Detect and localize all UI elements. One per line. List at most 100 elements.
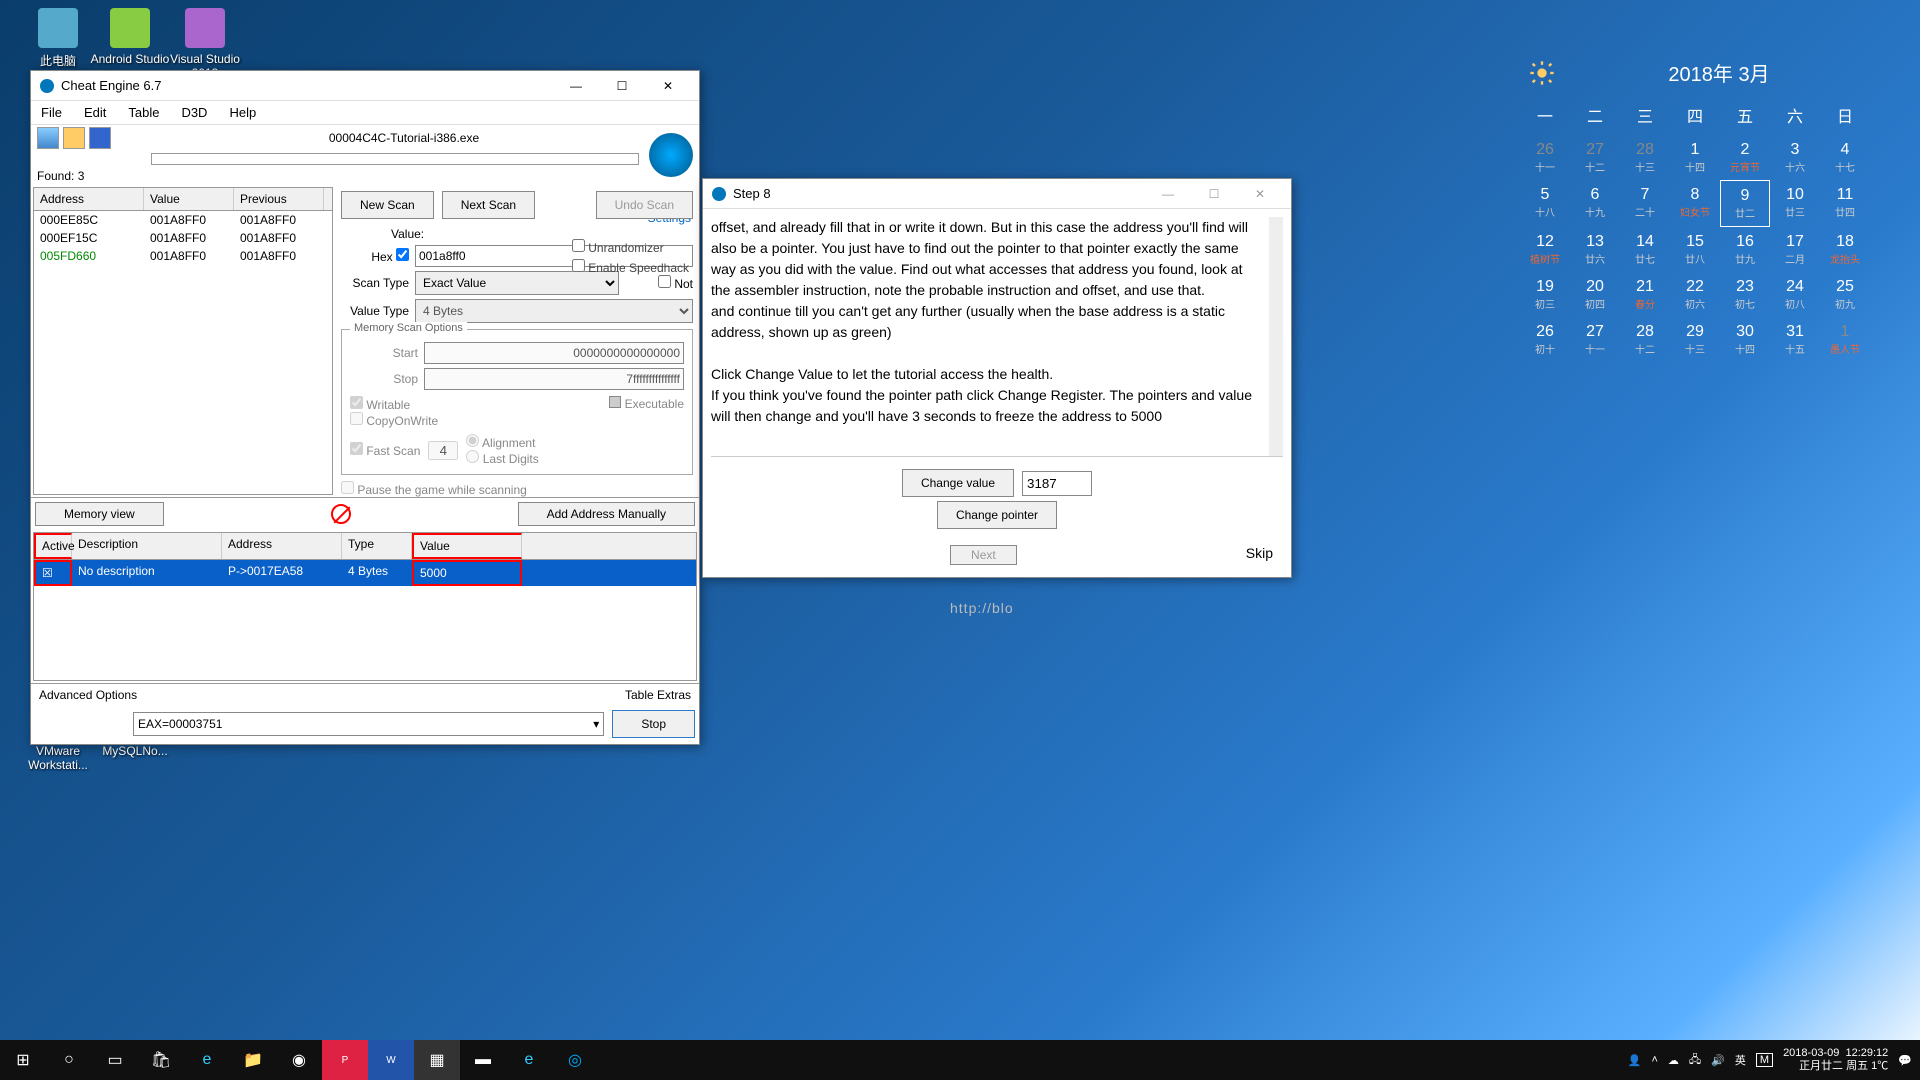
col-addr2[interactable]: Address (222, 533, 342, 559)
calendar-day[interactable]: 1愚人节 (1820, 317, 1870, 362)
unrandomizer-checkbox[interactable] (572, 239, 585, 252)
col-previous[interactable]: Previous (234, 188, 324, 210)
change-value-button[interactable]: Change value (902, 469, 1014, 497)
onedrive-icon[interactable]: ☁ (1668, 1054, 1679, 1067)
chrome-icon[interactable]: ◉ (276, 1040, 322, 1080)
titlebar[interactable]: Cheat Engine 6.7 — ☐ ✕ (31, 71, 699, 101)
address-row[interactable]: ☒ No description P->0017EA58 4 Bytes 500… (34, 560, 696, 586)
calendar-day[interactable]: 23初七 (1720, 272, 1770, 317)
calendar-day[interactable]: 29十三 (1670, 317, 1720, 362)
ie-icon[interactable]: e (506, 1040, 552, 1080)
col-address[interactable]: Address (34, 188, 144, 210)
system-tray[interactable]: 👤 ˄ ☁ 🖧 🔊 英 M 2018-03-09 12:29:12 正月廿二 周… (1620, 1047, 1920, 1073)
menu-edit[interactable]: Edit (80, 103, 110, 122)
close-button[interactable]: ✕ (1237, 179, 1283, 209)
maximize-button[interactable]: ☐ (599, 71, 645, 101)
col-value[interactable]: Value (144, 188, 234, 210)
cortana-button[interactable]: ○ (46, 1040, 92, 1080)
result-row[interactable]: 000EF15C001A8FF0001A8FF0 (34, 229, 332, 247)
calendar-day[interactable]: 12植树节 (1520, 227, 1570, 272)
results-list[interactable]: Address Value Previous 000EE85C001A8FF00… (33, 187, 333, 495)
taskview-button[interactable]: ▭ (92, 1040, 138, 1080)
address-list[interactable]: Active Description Address Type Value ☒ … (33, 532, 697, 681)
table-extras[interactable]: Table Extras (625, 688, 691, 702)
col-type[interactable]: Type (342, 533, 412, 559)
store-icon[interactable]: 🛍 (138, 1040, 184, 1080)
memory-view-button[interactable]: Memory view (35, 502, 164, 526)
ce-logo-icon[interactable] (649, 133, 693, 177)
menu-file[interactable]: File (37, 103, 66, 122)
calendar-day[interactable]: 14廿七 (1620, 227, 1670, 272)
ce-taskbar-icon[interactable]: ◎ (552, 1040, 598, 1080)
result-row[interactable]: 000EE85C001A8FF0001A8FF0 (34, 211, 332, 229)
add-address-button[interactable]: Add Address Manually (518, 502, 695, 526)
active-checkbox[interactable]: ☒ (34, 560, 72, 586)
next-button[interactable]: Next (950, 545, 1017, 565)
desktop-icon[interactable]: 此电脑 (18, 8, 98, 69)
result-row[interactable]: 005FD660001A8FF0001A8FF0 (34, 247, 332, 265)
notifications-icon[interactable]: 💬 (1898, 1054, 1912, 1067)
desktop-icon[interactable]: Android Studio (90, 8, 170, 66)
menu-help[interactable]: Help (225, 103, 260, 122)
calendar-day[interactable]: 17二月 (1770, 227, 1820, 272)
speedhack-checkbox[interactable] (572, 259, 585, 272)
new-scan-button[interactable]: New Scan (341, 191, 434, 219)
hex-checkbox[interactable] (396, 248, 409, 261)
ime-m[interactable]: M (1756, 1053, 1773, 1067)
calendar-day[interactable]: 21春分 (1620, 272, 1670, 317)
value-display[interactable] (1022, 471, 1092, 496)
calendar-day[interactable]: 6十九 (1570, 180, 1620, 227)
calendar-day[interactable]: 7二十 (1620, 180, 1670, 227)
calendar-day[interactable]: 9廿二 (1720, 180, 1770, 227)
calendar-day[interactable]: 5十八 (1520, 180, 1570, 227)
calendar-day[interactable]: 26初十 (1520, 317, 1570, 362)
maximize-button[interactable]: ☐ (1191, 179, 1237, 209)
advanced-options[interactable]: Advanced Options (39, 688, 137, 702)
save-button[interactable] (89, 127, 111, 149)
col-value2[interactable]: Value (412, 533, 522, 559)
taskbar[interactable]: ⊞ ○ ▭ 🛍 e 📁 ◉ P W ▦ ▬ e ◎ 👤 ˄ ☁ 🖧 🔊 英 M … (0, 1040, 1920, 1080)
eax-combo[interactable]: EAX=00003751 ▾ (133, 712, 604, 736)
col-active[interactable]: Active (34, 533, 72, 559)
calendar-day[interactable]: 28十二 (1620, 317, 1670, 362)
open-file-button[interactable] (63, 127, 85, 149)
calendar-day[interactable]: 18龙抬头 (1820, 227, 1870, 272)
app-icon[interactable]: ▬ (460, 1040, 506, 1080)
calendar-day[interactable]: 1十四 (1670, 135, 1720, 180)
powerpoint-icon[interactable]: P (322, 1040, 368, 1080)
edge-icon[interactable]: e (184, 1040, 230, 1080)
calendar-day[interactable]: 27十二 (1570, 135, 1620, 180)
clock[interactable]: 2018-03-09 12:29:12 正月廿二 周五 1℃ (1783, 1047, 1888, 1073)
minimize-button[interactable]: — (1145, 179, 1191, 209)
stop-button[interactable]: Stop (612, 710, 695, 738)
network-icon[interactable]: 🖧 (1689, 1051, 1701, 1070)
word-icon[interactable]: W (368, 1040, 414, 1080)
calendar-day[interactable]: 20初四 (1570, 272, 1620, 317)
calendar-day[interactable]: 28十三 (1620, 135, 1670, 180)
calendar-day[interactable]: 27十一 (1570, 317, 1620, 362)
calendar-day[interactable]: 16廿九 (1720, 227, 1770, 272)
start-button[interactable]: ⊞ (0, 1040, 46, 1080)
tutorial-text[interactable]: offset, and already fill that in or writ… (711, 217, 1283, 456)
calendar-day[interactable]: 15廿八 (1670, 227, 1720, 272)
explorer-icon[interactable]: 📁 (230, 1040, 276, 1080)
calendar-day[interactable]: 19初三 (1520, 272, 1570, 317)
menu-d3d[interactable]: D3D (177, 103, 211, 122)
calendar-day[interactable]: 2元宵节 (1720, 135, 1770, 180)
close-button[interactable]: ✕ (645, 71, 691, 101)
calendar-day[interactable]: 26十一 (1520, 135, 1570, 180)
calendar-day[interactable]: 11廿四 (1820, 180, 1870, 227)
next-scan-button[interactable]: Next Scan (442, 191, 535, 219)
calendar-day[interactable]: 25初九 (1820, 272, 1870, 317)
change-pointer-button[interactable]: Change pointer (937, 501, 1057, 529)
calendar-day[interactable]: 8妇女节 (1670, 180, 1720, 227)
tray-chevron-icon[interactable]: ˄ (1651, 1054, 1657, 1066)
skip-link[interactable]: Skip (1246, 545, 1273, 565)
calendar-day[interactable]: 10廿三 (1770, 180, 1820, 227)
menu-table[interactable]: Table (124, 103, 163, 122)
desktop[interactable]: 此电脑 Android Studio Visual Studio 2013 VM… (0, 0, 1920, 1080)
calendar-day[interactable]: 30十四 (1720, 317, 1770, 362)
app-icon[interactable]: ▦ (414, 1040, 460, 1080)
calendar-day[interactable]: 3十六 (1770, 135, 1820, 180)
ime-indicator[interactable]: 英 (1735, 1052, 1746, 1068)
